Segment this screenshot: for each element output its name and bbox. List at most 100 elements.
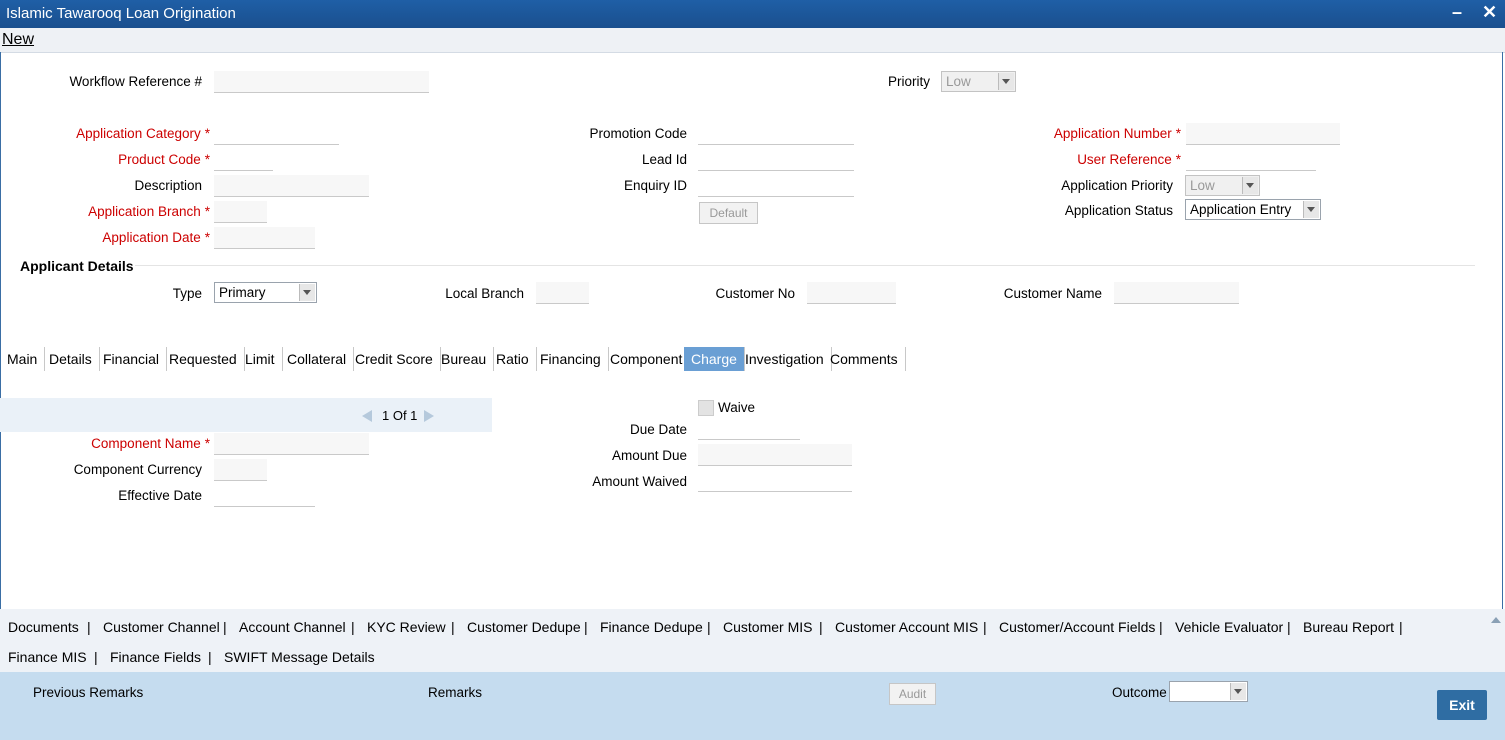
applicant-details-heading: Applicant Details: [20, 258, 134, 274]
link-bureau-report[interactable]: Bureau Report: [1303, 619, 1394, 635]
link-separator: |: [451, 619, 455, 635]
application-category-label: Application Category *: [76, 126, 210, 141]
new-link[interactable]: New: [2, 31, 34, 49]
tab-credit-score[interactable]: Credit Score: [348, 347, 441, 371]
customer-no-label: Customer No: [715, 286, 795, 301]
customer-name-input[interactable]: [1114, 282, 1239, 304]
section-divider: [135, 265, 1475, 266]
scroll-up-icon[interactable]: [1491, 617, 1501, 623]
link-finance-fields[interactable]: Finance Fields: [110, 649, 201, 665]
component-currency-input[interactable]: [214, 459, 267, 481]
tab-limit[interactable]: Limit: [238, 347, 283, 371]
tab-requested[interactable]: Requested: [162, 347, 245, 371]
link-customer-account-fields[interactable]: Customer/Account Fields: [999, 619, 1155, 635]
next-page-icon[interactable]: [424, 410, 434, 422]
component-name-label: Component Name *: [91, 436, 210, 451]
workflow-reference-input[interactable]: [214, 71, 429, 93]
priority-select[interactable]: Low: [941, 71, 1016, 92]
link-vehicle-evaluator[interactable]: Vehicle Evaluator: [1175, 619, 1283, 635]
link-finance-mis[interactable]: Finance MIS: [8, 649, 87, 665]
link-documents[interactable]: Documents: [8, 619, 79, 635]
menu-bar: New: [0, 28, 1505, 53]
type-label: Type: [172, 286, 202, 301]
remarks-label[interactable]: Remarks: [428, 685, 482, 700]
link-separator: |: [707, 619, 711, 635]
link-separator: |: [584, 619, 588, 635]
applicant-type-select[interactable]: Primary: [214, 282, 317, 303]
component-currency-label: Component Currency: [73, 462, 202, 477]
effective-date-input[interactable]: [214, 485, 315, 507]
tab-investigation[interactable]: Investigation: [738, 347, 832, 371]
product-code-input[interactable]: [214, 149, 273, 171]
customer-no-input[interactable]: [807, 282, 896, 304]
link-separator: |: [1399, 619, 1403, 635]
application-branch-input[interactable]: [214, 201, 267, 223]
amount-waived-input[interactable]: [698, 470, 852, 492]
link-customer-channel[interactable]: Customer Channel: [103, 619, 220, 635]
chevron-down-icon: [1303, 201, 1319, 218]
link-separator: |: [819, 619, 823, 635]
enquiry-id-input[interactable]: [698, 175, 854, 197]
link-separator: |: [983, 619, 987, 635]
waive-checkbox[interactable]: [698, 400, 714, 416]
tab-details[interactable]: Details: [42, 347, 100, 371]
link-customer-mis[interactable]: Customer MIS: [723, 619, 812, 635]
default-button[interactable]: Default: [699, 202, 758, 224]
promotion-code-input[interactable]: [698, 123, 854, 145]
link-account-channel[interactable]: Account Channel: [239, 619, 346, 635]
pager-bar: 1 Of 1: [0, 398, 492, 432]
close-icon[interactable]: ✕: [1482, 2, 1497, 23]
tab-ratio[interactable]: Ratio: [489, 347, 537, 371]
pager-text: 1 Of 1: [382, 408, 418, 423]
application-status-label: Application Status: [1064, 203, 1173, 218]
previous-remarks-label[interactable]: Previous Remarks: [33, 685, 143, 700]
tab-financial[interactable]: Financial: [96, 347, 168, 371]
link-separator: |: [1159, 619, 1163, 635]
link-customer-account-mis[interactable]: Customer Account MIS: [835, 619, 978, 635]
tab-component[interactable]: Component: [603, 347, 691, 371]
application-date-input[interactable]: [214, 227, 315, 249]
product-code-label: Product Code *: [118, 152, 210, 167]
link-finance-dedupe[interactable]: Finance Dedupe: [600, 619, 703, 635]
link-kyc-review[interactable]: KYC Review: [367, 619, 446, 635]
tab-comments[interactable]: Comments: [823, 347, 906, 371]
amount-due-input[interactable]: [698, 444, 852, 466]
outcome-select[interactable]: [1169, 681, 1248, 702]
local-branch-input[interactable]: [536, 282, 589, 304]
amount-waived-label: Amount Waived: [592, 474, 687, 489]
promotion-code-label: Promotion Code: [589, 126, 687, 141]
description-input[interactable]: [214, 175, 369, 197]
due-date-input[interactable]: [698, 418, 800, 440]
priority-value: Low: [946, 74, 971, 89]
exit-button[interactable]: Exit: [1437, 690, 1487, 720]
tab-collateral[interactable]: Collateral: [280, 347, 355, 371]
application-branch-label: Application Branch *: [88, 204, 210, 219]
workflow-reference-label: Workflow Reference #: [69, 74, 202, 89]
application-priority-select[interactable]: Low: [1185, 175, 1260, 196]
audit-button[interactable]: Audit: [889, 683, 936, 705]
user-reference-input[interactable]: [1186, 149, 1316, 171]
applicant-type-value: Primary: [219, 285, 266, 300]
user-reference-label: User Reference *: [1077, 152, 1181, 167]
tab-bureau[interactable]: Bureau: [434, 347, 495, 371]
application-status-value: Application Entry: [1190, 202, 1292, 217]
tab-charge[interactable]: Charge: [684, 347, 745, 371]
lead-id-input[interactable]: [698, 149, 854, 171]
application-priority-value: Low: [1190, 178, 1215, 193]
application-priority-label: Application Priority: [1061, 178, 1173, 193]
link-customer-dedupe[interactable]: Customer Dedupe: [467, 619, 581, 635]
tab-financing[interactable]: Financing: [533, 347, 609, 371]
application-number-label: Application Number *: [1053, 126, 1181, 141]
application-category-input[interactable]: [214, 123, 339, 145]
tab-main[interactable]: Main: [0, 347, 46, 371]
priority-label: Priority: [887, 74, 930, 89]
previous-page-icon[interactable]: [362, 410, 372, 422]
footer-bar: Previous Remarks Remarks Audit Outcome: [0, 672, 1505, 740]
link-separator: |: [351, 619, 355, 635]
link-swift-message-details[interactable]: SWIFT Message Details: [224, 649, 375, 665]
application-status-select[interactable]: Application Entry: [1185, 199, 1321, 220]
window-titlebar: Islamic Tawarooq Loan Origination – ✕: [0, 0, 1505, 28]
minimize-icon[interactable]: –: [1452, 2, 1462, 23]
component-name-input[interactable]: [214, 433, 369, 455]
application-number-input[interactable]: [1186, 123, 1340, 145]
